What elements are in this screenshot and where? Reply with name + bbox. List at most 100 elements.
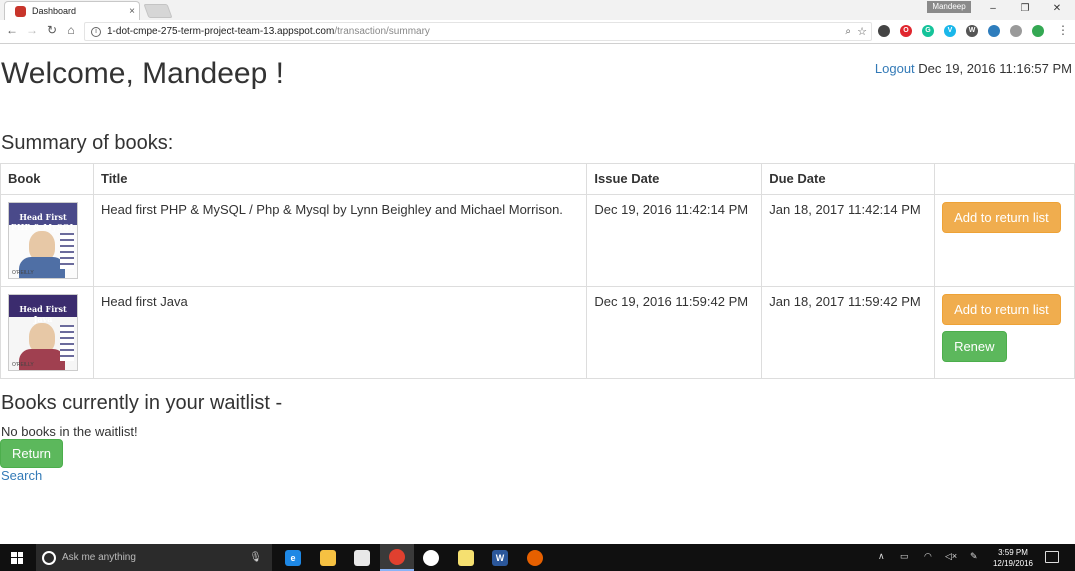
add-to-return-list-button[interactable]: Add to return list <box>942 202 1061 233</box>
w-extension-icon[interactable]: W <box>966 25 978 37</box>
book-cover-cell: Head First Java O'REILLY <box>0 286 94 379</box>
summary-heading: Summary of books: <box>1 132 174 154</box>
page-content: Welcome, Mandeep ! Logout Dec 19, 2016 1… <box>0 45 1075 544</box>
clock-date: 12/19/2016 <box>992 559 1034 568</box>
show-hidden-icons-icon[interactable]: ∧ <box>878 551 885 562</box>
cortana-icon <box>42 550 56 565</box>
extension-icon-1[interactable] <box>878 25 890 37</box>
address-bar[interactable]: i 1-dot-cmpe-275-term-project-team-13.ap… <box>84 22 872 41</box>
tab-title: Dashboard <box>32 6 77 16</box>
sticky-notes-taskbar-button[interactable] <box>449 544 483 571</box>
table-row: Head First PHP & MySQL O'REILLY Head fir… <box>0 194 1075 287</box>
renew-button[interactable]: Renew <box>942 331 1007 362</box>
action-center-icon[interactable] <box>1045 551 1059 563</box>
windows-logo-icon <box>11 551 23 564</box>
column-header-issue-date: Issue Date <box>586 163 763 195</box>
volume-muted-icon[interactable]: ◁× <box>945 551 957 562</box>
page-title: Welcome, Mandeep ! <box>1 57 284 90</box>
store-icon <box>354 549 370 566</box>
site-info-icon[interactable]: i <box>91 26 101 37</box>
url-path: /transaction/summary <box>334 26 430 37</box>
slack-icon <box>423 549 439 566</box>
book-cover-title: Head First PHP & MySQL <box>10 212 76 232</box>
extension-icon-6[interactable] <box>988 25 1000 37</box>
book-cover-title: Head First Java <box>19 304 67 324</box>
column-header-due-date: Due Date <box>761 163 936 195</box>
bookmark-star-icon[interactable]: ☆ <box>857 25 867 38</box>
books-table: Book Title Issue Date Due Date Head Firs… <box>0 163 1075 379</box>
site-favicon-icon <box>15 5 26 17</box>
home-icon[interactable]: ⌂ <box>63 23 79 37</box>
header-right: Logout Dec 19, 2016 11:16:57 PM <box>875 61 1072 76</box>
wifi-icon[interactable]: ◠ <box>924 551 932 562</box>
microphone-icon[interactable]: 🎙 <box>249 552 262 563</box>
issue-date: Dec 19, 2016 11:42:14 PM <box>586 194 763 287</box>
minimize-icon[interactable]: – <box>978 3 1008 14</box>
issue-date: Dec 19, 2016 11:59:42 PM <box>586 286 763 379</box>
actions-cell: Add to return list <box>934 194 1075 287</box>
reload-icon[interactable]: ↻ <box>44 23 60 37</box>
sticky-notes-icon <box>457 549 474 566</box>
waitlist-heading: Books currently in your waitlist - <box>1 392 283 414</box>
waitlist-empty-message: No books in the waitlist! <box>1 424 138 439</box>
column-header-actions <box>934 163 1075 195</box>
book-cover-image: Head First Java O'REILLY <box>8 294 78 371</box>
chrome-menu-icon[interactable]: ⋮ <box>1057 23 1069 37</box>
zoom-icon[interactable]: ⌕ <box>845 26 851 37</box>
edge-icon: e <box>285 549 301 566</box>
pen-icon[interactable]: ✎ <box>970 551 978 562</box>
cortana-search-box[interactable]: Ask me anything 🎙 <box>36 544 272 571</box>
url-host: 1-dot-cmpe-275-term-project-team-13.apps… <box>107 26 335 37</box>
tab-close-icon[interactable]: × <box>125 6 139 17</box>
book-cover-brand: O'REILLY <box>12 270 34 276</box>
firefox-icon <box>526 549 543 566</box>
taskbar-clock[interactable]: 3:59 PM 12/19/2016 <box>986 547 1040 569</box>
edge-taskbar-button[interactable]: e <box>276 544 310 571</box>
grammarly-icon[interactable]: G <box>922 25 934 37</box>
extension-icon-8[interactable] <box>1032 25 1044 37</box>
close-window-icon[interactable]: ✕ <box>1042 3 1072 14</box>
file-explorer-taskbar-button[interactable] <box>311 544 345 571</box>
book-title: Head first PHP & MySQL / Php & Mysql by … <box>92 194 588 287</box>
browser-tabstrip: Dashboard × Mandeep – ❐ ✕ <box>0 0 1075 20</box>
windows-taskbar: Ask me anything 🎙 e W ∧ ▭ ◠ ◁× ✎ 3:59 PM … <box>0 544 1075 571</box>
store-taskbar-button[interactable] <box>345 544 379 571</box>
restore-icon[interactable]: ❐ <box>1010 3 1040 14</box>
firefox-taskbar-button[interactable] <box>518 544 552 571</box>
browser-toolbar: ← → ↻ ⌂ i 1-dot-cmpe-275-term-project-te… <box>0 20 1075 44</box>
new-tab-button[interactable] <box>143 4 173 18</box>
word-taskbar-button[interactable]: W <box>483 544 517 571</box>
actions-cell: Add to return list Renew <box>934 286 1075 379</box>
table-header-row: Book Title Issue Date Due Date <box>0 163 1075 195</box>
due-date: Jan 18, 2017 11:42:14 PM <box>761 194 936 287</box>
start-button[interactable] <box>0 544 34 571</box>
opera-icon[interactable]: O <box>900 25 912 37</box>
due-date: Jan 18, 2017 11:59:42 PM <box>761 286 936 379</box>
cortana-placeholder: Ask me anything <box>62 552 136 563</box>
chrome-taskbar-button[interactable] <box>379 544 414 571</box>
clock-time: 3:59 PM <box>998 548 1028 557</box>
profile-badge[interactable]: Mandeep <box>927 1 971 13</box>
book-cover-brand: O'REILLY <box>12 362 34 368</box>
file-explorer-icon <box>319 549 336 566</box>
book-cover-cell: Head First PHP & MySQL O'REILLY <box>0 194 94 287</box>
book-cover-image: Head First PHP & MySQL O'REILLY <box>8 202 78 279</box>
add-to-return-list-button[interactable]: Add to return list <box>942 294 1061 325</box>
column-header-book: Book <box>0 163 94 195</box>
column-header-title: Title <box>92 163 588 195</box>
tab-dashboard[interactable]: Dashboard × <box>4 1 140 20</box>
book-title: Head first Java <box>92 286 588 379</box>
forward-icon[interactable]: → <box>24 23 40 37</box>
chrome-icon <box>388 548 405 565</box>
vimeo-icon[interactable]: V <box>944 25 956 37</box>
battery-icon[interactable]: ▭ <box>900 551 909 562</box>
search-link[interactable]: Search <box>1 468 42 483</box>
extension-icon-7[interactable] <box>1010 25 1022 37</box>
word-icon: W <box>492 549 508 566</box>
return-button[interactable]: Return <box>0 439 64 468</box>
current-datetime: Dec 19, 2016 11:16:57 PM <box>918 61 1072 76</box>
table-row: Head First Java O'REILLY Head first Java… <box>0 286 1075 379</box>
logout-link[interactable]: Logout <box>875 61 915 76</box>
back-icon[interactable]: ← <box>4 23 20 37</box>
slack-taskbar-button[interactable] <box>414 544 448 571</box>
